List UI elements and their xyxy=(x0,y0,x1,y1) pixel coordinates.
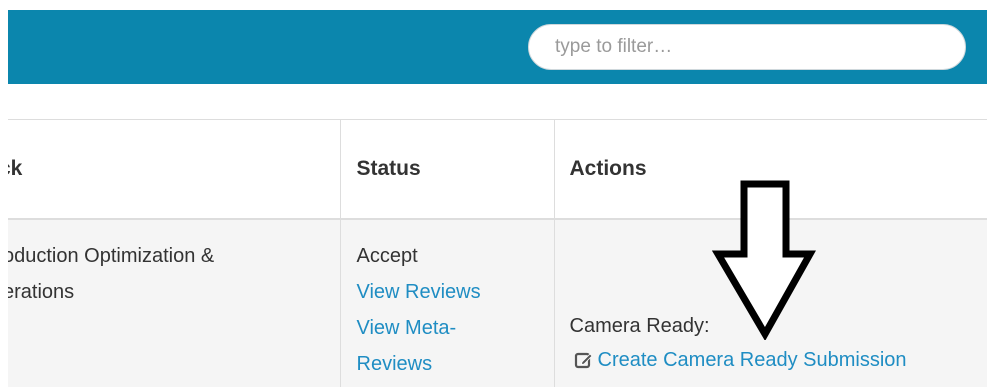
view-reviews-link[interactable]: View Reviews xyxy=(357,274,554,310)
status-cell: Accept View Reviews View Meta- Reviews xyxy=(340,219,555,387)
view-meta-reviews-line-1: View Meta- xyxy=(356,317,457,339)
submissions-table: ck Status Actions oduction Optimization … xyxy=(8,119,987,387)
edit-icon xyxy=(574,350,594,370)
camera-ready-label: Camera Ready: xyxy=(569,315,710,337)
down-arrow-icon xyxy=(712,180,816,340)
filter-input[interactable] xyxy=(528,24,966,70)
create-camera-ready-submission-link[interactable]: Create Camera Ready Submission xyxy=(574,348,907,372)
table-header-row: ck Status Actions xyxy=(8,119,987,220)
create-camera-ready-submission-label: Create Camera Ready Submission xyxy=(597,349,907,371)
column-header-status-label: Status xyxy=(356,157,421,180)
status-value: Accept xyxy=(356,245,418,267)
column-header-actions-label: Actions xyxy=(569,157,647,180)
track-cell: oduction Optimization & erations xyxy=(8,219,341,387)
column-header-status[interactable]: Status xyxy=(340,119,555,220)
view-meta-reviews-link[interactable]: View Meta- Reviews xyxy=(357,310,554,382)
view-meta-reviews-line-2: Reviews xyxy=(356,353,433,375)
track-line-1: oduction Optimization & xyxy=(8,245,215,267)
column-header-track-label: ck xyxy=(8,157,23,180)
header-bar xyxy=(8,10,987,84)
table-row: oduction Optimization & erations Accept … xyxy=(8,219,987,387)
track-text: oduction Optimization & erations xyxy=(8,220,339,310)
track-line-2: erations xyxy=(8,281,75,303)
column-header-track[interactable]: ck xyxy=(8,119,341,220)
submissions-page: ck Status Actions oduction Optimization … xyxy=(0,0,987,387)
